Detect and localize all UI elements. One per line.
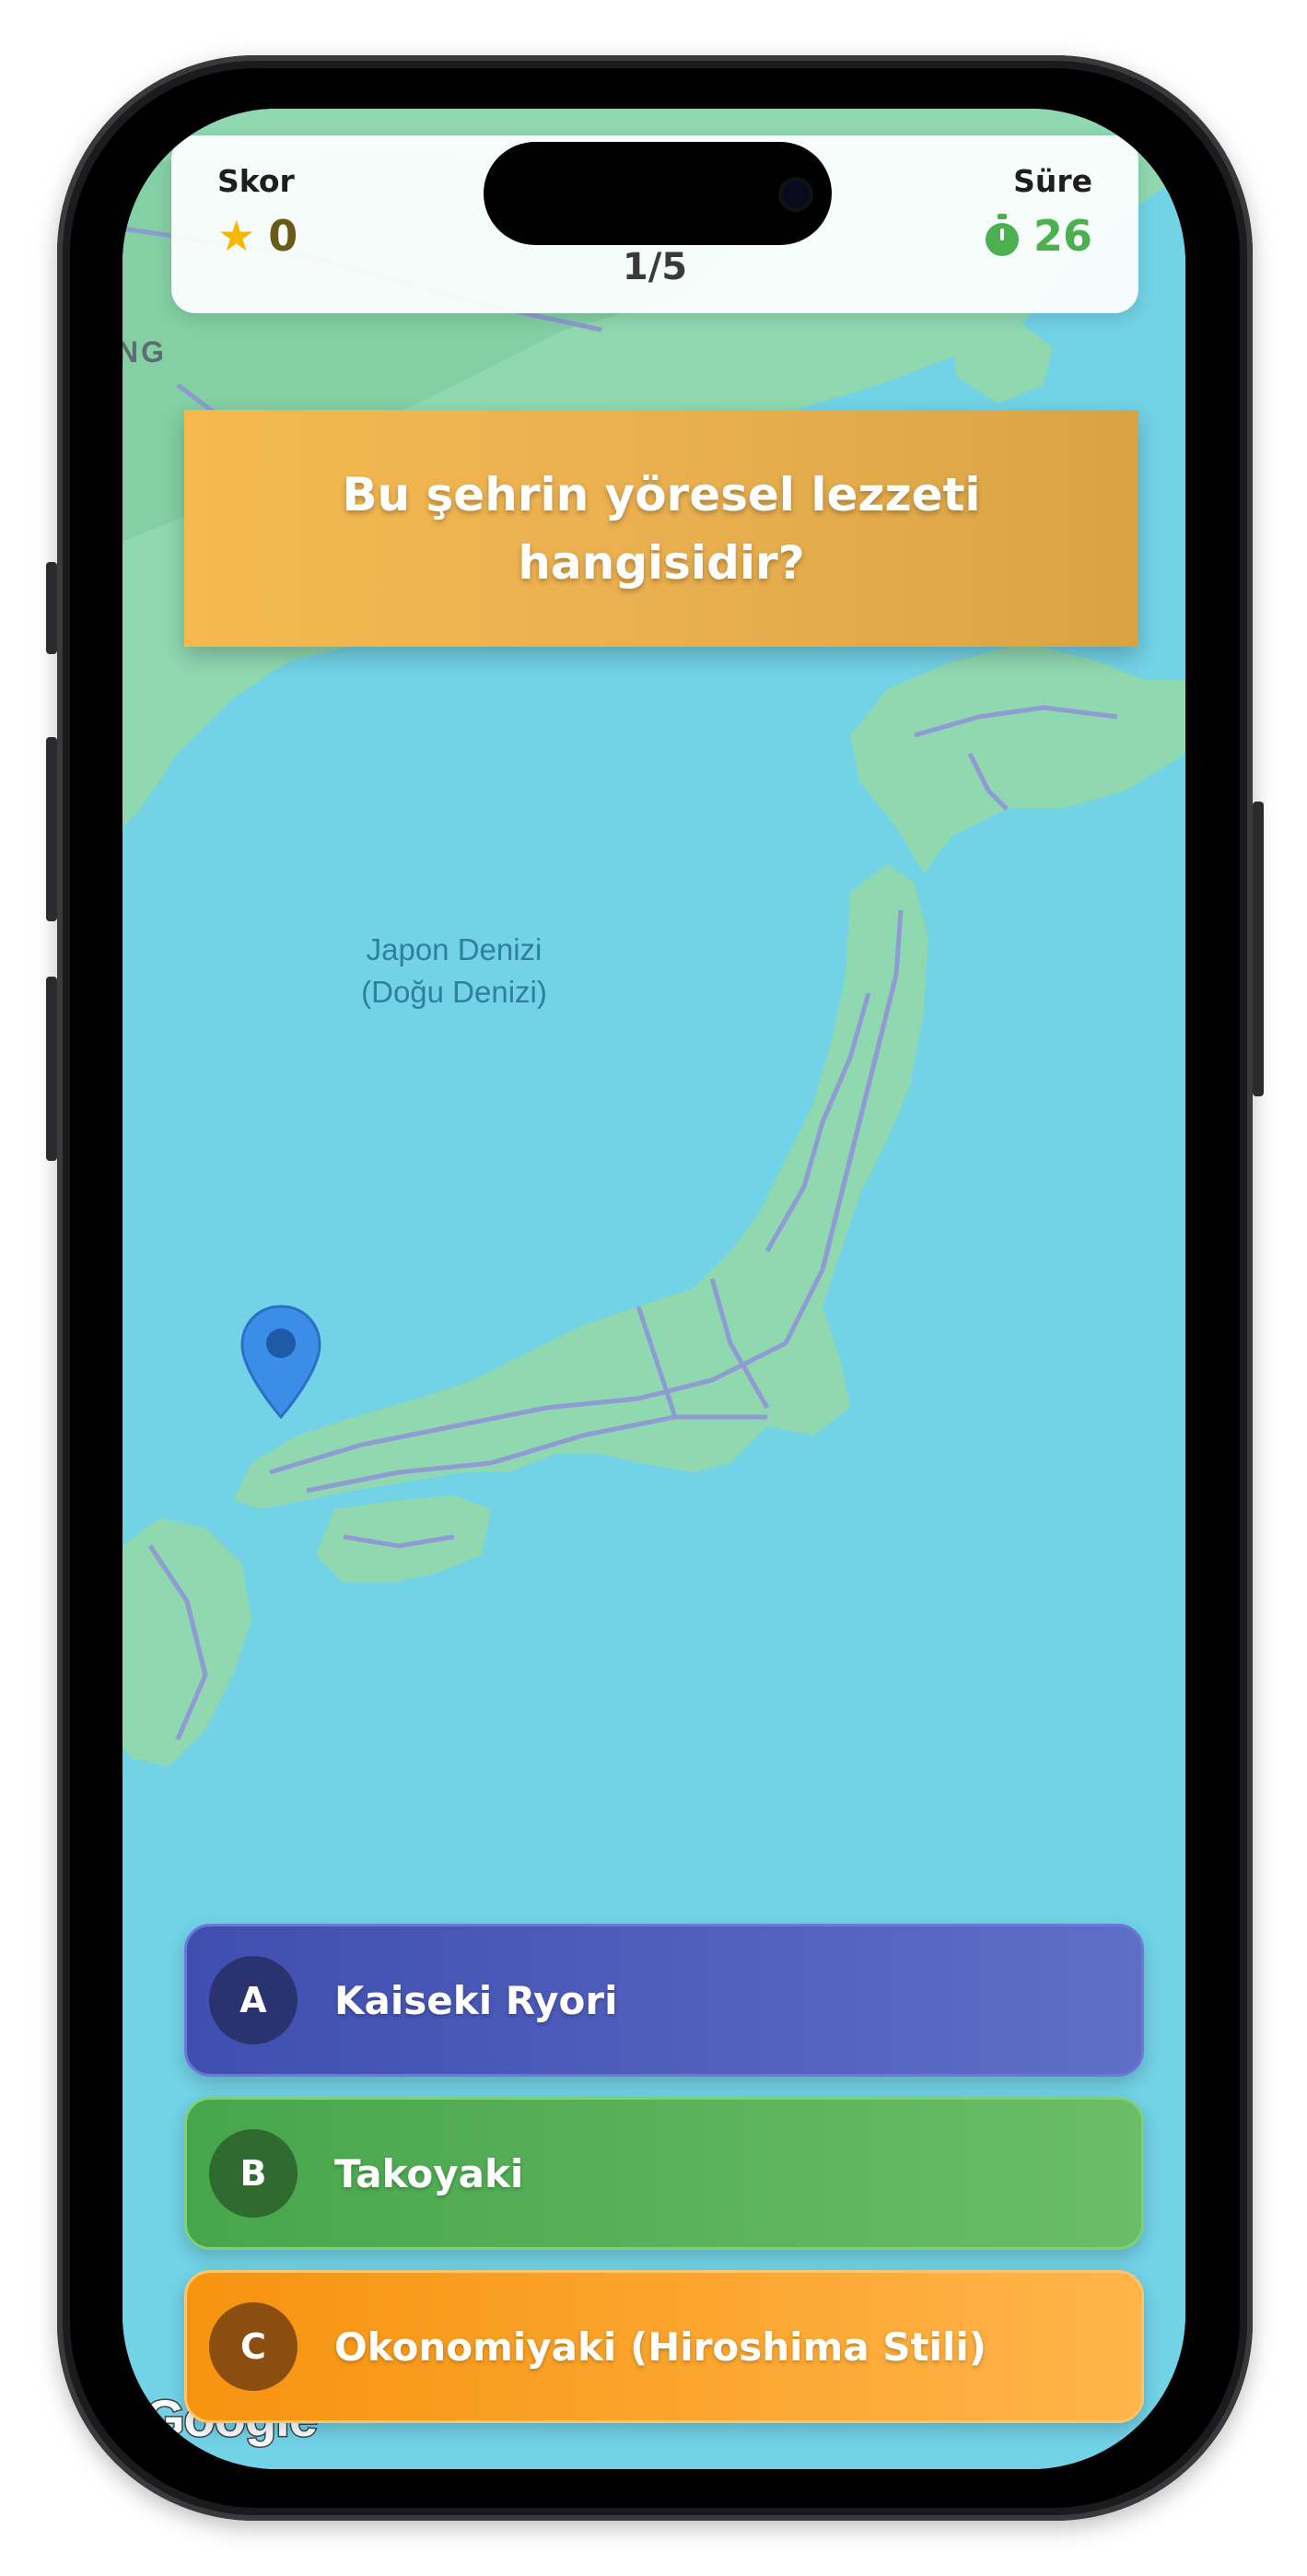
answer-label: Takoyaki xyxy=(334,2150,524,2196)
volume-down-button xyxy=(46,977,57,1161)
answer-letter-badge: A xyxy=(209,1956,298,2044)
question-text: Bu şehrin yöresel lezzeti hangisidir? xyxy=(342,467,981,590)
score-label: Skor xyxy=(217,163,295,199)
sea-label-name: Japon Denizi xyxy=(366,932,543,966)
sea-label: Japon Denizi (Doğu Denizi) xyxy=(307,929,601,1013)
answer-option-a[interactable]: A Kaiseki Ryori xyxy=(184,1924,1144,2077)
power-button xyxy=(1253,802,1264,1096)
stopwatch-icon xyxy=(985,214,1019,256)
sea-label-alt-name: (Doğu Denizi) xyxy=(361,975,547,1009)
answer-label: Okonomiyaki (Hiroshima Stili) xyxy=(334,2324,986,2370)
time-label: Süre xyxy=(1013,163,1092,199)
question-card: Bu şehrin yöresel lezzeti hangisidir? xyxy=(184,410,1138,647)
front-camera xyxy=(782,181,810,208)
dynamic-island xyxy=(484,142,832,245)
action-button xyxy=(46,562,57,654)
answer-letter-badge: C xyxy=(209,2302,298,2391)
map-region-label: NG xyxy=(123,335,167,369)
answer-option-c[interactable]: C Okonomiyaki (Hiroshima Stili) xyxy=(184,2270,1144,2423)
volume-up-button xyxy=(46,737,57,921)
app-screen: NG Japon Denizi (Doğu Denizi) Google Sko… xyxy=(123,109,1185,2469)
answer-option-b[interactable]: B Takoyaki xyxy=(184,2097,1144,2250)
time-display: 26 xyxy=(984,211,1092,261)
map-pin-icon[interactable] xyxy=(237,1303,325,1423)
answer-label: Kaiseki Ryori xyxy=(334,1977,618,2023)
answer-letter-badge: B xyxy=(209,2129,298,2218)
time-value: 26 xyxy=(1033,211,1092,261)
